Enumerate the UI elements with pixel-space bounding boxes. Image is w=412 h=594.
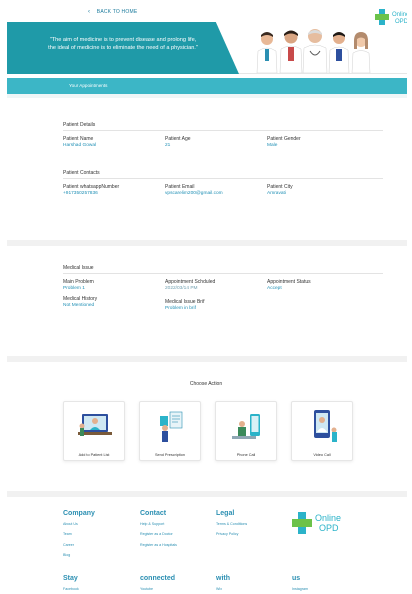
footer-link-youtube[interactable]: Youtube [140, 587, 153, 591]
card-label: Add to Patient List [78, 453, 110, 457]
logo-line-2: OPD [395, 19, 407, 25]
your-appointments-title: Your Appointments [69, 83, 108, 88]
medical-issue-brief-value: Problem in brif [165, 306, 196, 311]
video-consult-icon [78, 414, 112, 436]
footer-link-facebook[interactable]: Facebook [63, 587, 79, 591]
online-opd-logo-mark: Online OPD [375, 9, 410, 25]
footer-social-word-2: connected [140, 575, 176, 582]
medical-issue-brief-label: Medical Issue Brif [165, 299, 205, 305]
send-prescription-card[interactable]: Send Prescription [139, 401, 201, 461]
patient-city-value: Amravati [267, 191, 286, 196]
appointments-strip [7, 94, 407, 98]
medical-issue-heading: Medical Issue [63, 265, 94, 271]
footer-link-blog[interactable]: Blog [63, 553, 70, 557]
footer-social-word-4: us [292, 575, 301, 582]
patient-email-value[interactable]: vpscarelim200@gmail.com [165, 191, 223, 196]
medical-history-value: Not Mentioned [63, 303, 95, 308]
footer-link-team[interactable]: Team [63, 532, 72, 536]
back-to-home-link[interactable]: ‹ BACK TO HOME [88, 9, 137, 15]
patient-whatsapp-label: Patient whatsappNumber [63, 184, 120, 190]
patient-details-heading: Patient Details [63, 122, 96, 128]
divider [63, 273, 383, 274]
patient-age-value: 21 [165, 143, 171, 148]
logo-line-1: Online [315, 513, 341, 523]
footer-social-word-1: Stay [63, 575, 78, 582]
add-to-patient-list-card[interactable]: Add to Patient List [63, 401, 125, 461]
footer-legal-heading: Legal [216, 510, 235, 517]
patient-email-label: Patient Email [165, 184, 195, 190]
footer-link-register-doctor[interactable]: Register as a Doctor [140, 532, 173, 536]
card-label: Send Prescription [155, 453, 185, 457]
card-label: Video Call [313, 453, 331, 457]
prescription-icon [160, 411, 183, 442]
patient-name-value: Harshad Gowal [63, 143, 97, 148]
footer-link-help[interactable]: Help & Support [140, 522, 164, 526]
appointment-status-label: Appointment Status [267, 279, 311, 285]
your-appointments-bar[interactable]: Your Appointments [7, 78, 407, 94]
appointment-scheduled-value: 2022/03/14 PM [165, 286, 198, 291]
chevron-left-icon: ‹ [88, 9, 91, 15]
appointment-status-value: Accept [267, 286, 282, 291]
footer-link-register-hospital[interactable]: Register as a Hospitals [140, 543, 177, 547]
phone-call-card[interactable]: Phone Call [215, 401, 277, 461]
section-separator [7, 240, 407, 246]
patient-gender-label: Patient Gender [267, 136, 301, 142]
footer-link-terms[interactable]: Terms & Conditions [216, 522, 247, 526]
card-label: Phone Call [236, 453, 256, 457]
logo-line-2: OPD [319, 523, 339, 533]
footer-link-career[interactable]: Career [63, 543, 74, 547]
doctors-illustration [256, 29, 371, 73]
online-opd-logo-mark: Online OPD [292, 512, 341, 534]
patient-city-label: Patient City [267, 184, 293, 190]
footer-company-heading: Company [63, 510, 95, 517]
footer-link-wix[interactable]: Wix [216, 587, 222, 591]
footer-link-instagram[interactable]: Instagram [292, 587, 308, 591]
phone-call-icon [232, 414, 260, 439]
patient-age-label: Patient Age [165, 136, 191, 142]
choose-action-title: Choose Action [189, 381, 223, 387]
patient-name-label: Patient Name [63, 136, 94, 142]
back-to-home-label: BACK TO HOME [96, 9, 138, 15]
appointment-scheduled-label: Appointment Schduled [165, 279, 216, 285]
patient-gender-value: Male [267, 143, 278, 148]
video-call-card[interactable]: Video Call [291, 401, 353, 461]
video-call-icon [314, 410, 337, 442]
hero-banner: "The aim of medicine is to prevent disea… [7, 22, 407, 74]
hero-quote: "The aim of medicine is to prevent disea… [10, 37, 236, 52]
logo-line-1: Online [392, 12, 407, 18]
footer-contact-heading: Contact [140, 510, 167, 517]
patient-whatsapp-value[interactable]: +917350257836 [63, 191, 98, 196]
online-opd-logo[interactable]: Online OPD [375, 7, 410, 34]
main-problem-label: Main Problem [63, 279, 94, 285]
divider [63, 130, 383, 131]
divider [63, 178, 383, 179]
section-separator [7, 356, 407, 362]
footer-social-word-3: with [216, 575, 230, 582]
medical-history-label: Medical History [63, 296, 98, 302]
quote-line-2: the ideal of medicine is to eliminate th… [48, 44, 198, 51]
footer-online-opd-logo[interactable]: Online OPD [292, 510, 342, 543]
main-problem-value: Problem 1 [63, 286, 85, 291]
patient-contacts-heading: Patient Contacts [63, 170, 100, 176]
quote-line-1: "The aim of medicine is to prevent disea… [49, 37, 197, 43]
footer-link-about[interactable]: About Us [63, 522, 78, 526]
footer-link-privacy[interactable]: Privacy Policy [216, 532, 238, 536]
